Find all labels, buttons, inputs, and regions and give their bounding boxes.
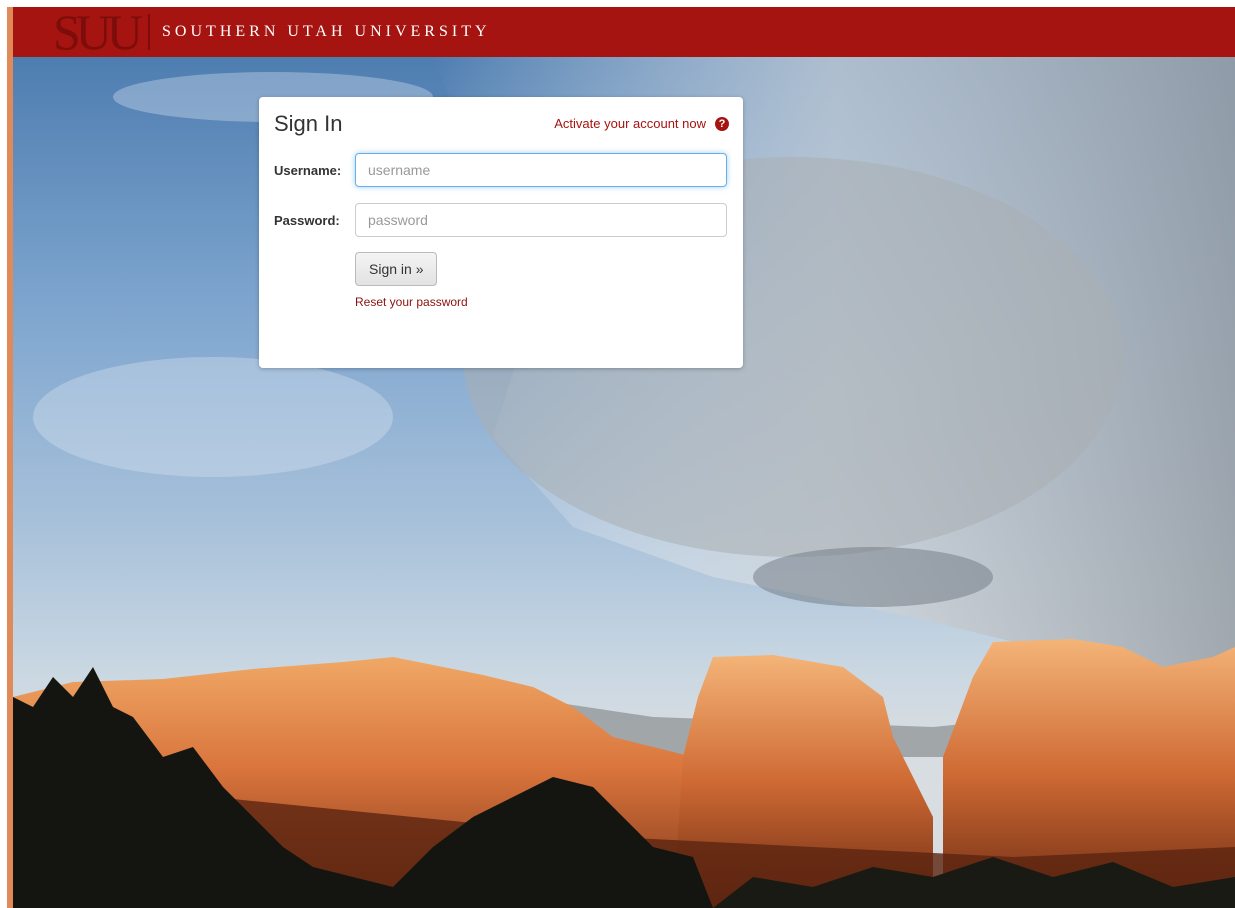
password-label: Password:	[274, 213, 340, 228]
password-input[interactable]	[355, 203, 727, 237]
logo-divider	[148, 14, 151, 50]
signin-card: Sign In Activate your account now ? User…	[259, 97, 743, 368]
activate-account-link[interactable]: Activate your account now	[554, 116, 706, 131]
username-label: Username:	[274, 163, 342, 178]
question-circle-icon[interactable]: ?	[715, 116, 729, 131]
logo-mark: SUU	[53, 4, 151, 60]
sign-in-button[interactable]: Sign in »	[355, 252, 438, 286]
suu-logo[interactable]: SUU SOUTHERN UTAH UNIVERSITY	[53, 4, 491, 60]
logo-mark-text: SUU	[53, 4, 143, 60]
reset-password-link[interactable]: Reset your password	[355, 295, 468, 309]
site-header: SUU SOUTHERN UTAH UNIVERSITY	[13, 7, 1235, 57]
signin-title: Sign In	[274, 111, 343, 136]
activate-account[interactable]: Activate your account now ?	[554, 116, 729, 131]
username-input[interactable]	[355, 153, 727, 187]
university-name: SOUTHERN UTAH UNIVERSITY	[162, 23, 491, 40]
